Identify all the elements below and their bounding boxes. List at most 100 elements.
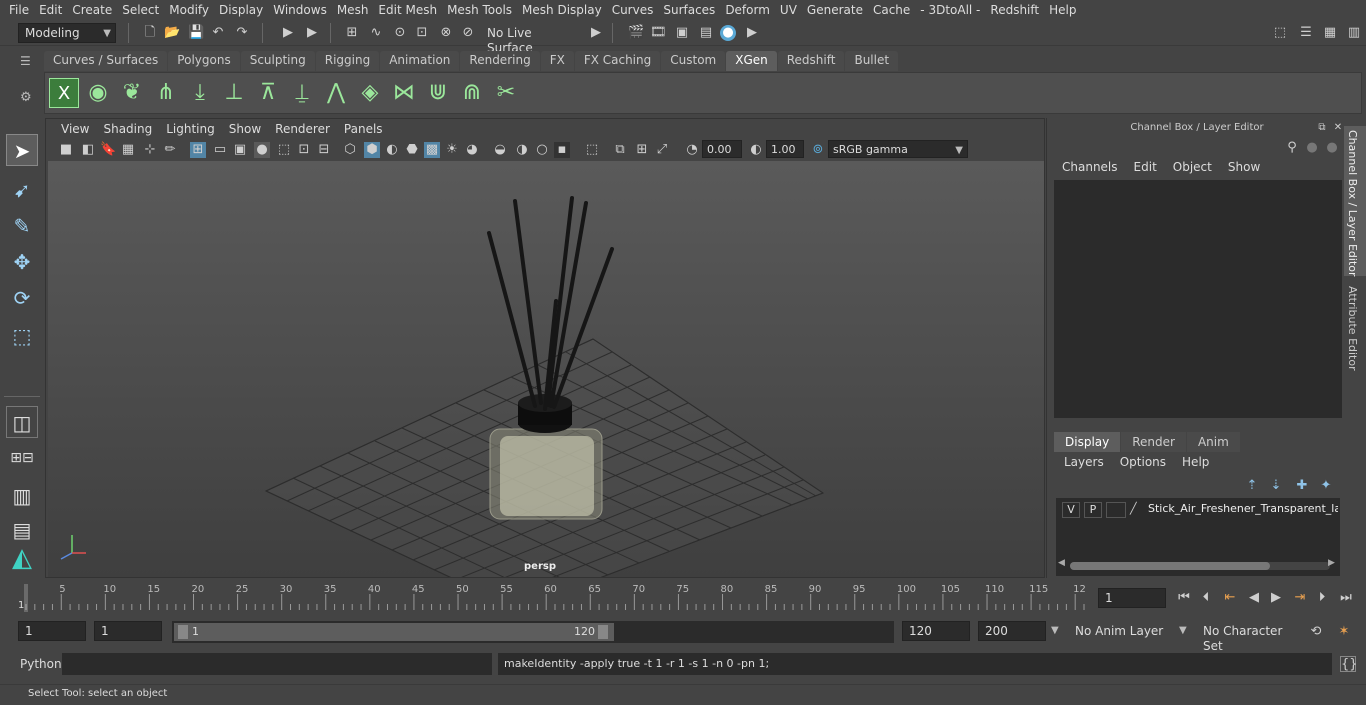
paint-select-icon[interactable]: ✎ [6, 210, 38, 242]
shelf-tab-fx-caching[interactable]: FX Caching [574, 51, 661, 71]
prev-key-icon[interactable]: ⇤ [1222, 590, 1238, 606]
float-panel-icon[interactable]: ⧉ [1314, 120, 1330, 136]
side-tab-channel-box[interactable]: Channel Box / Layer Editor [1344, 126, 1366, 277]
exposure-field[interactable]: 0.00 [702, 140, 742, 158]
scroll-right-icon[interactable]: ▶ [1328, 558, 1335, 568]
menu-curves[interactable]: Curves [607, 3, 659, 17]
time-slider[interactable]: 5 10 15 20 25 30 35 40 45 50 55 60 65 70 75 80 85 90 95 100… [18, 584, 1090, 612]
auto-key-icon[interactable]: ⟲ [1308, 624, 1324, 640]
character-set-selector[interactable]: ▼ No Character Set [1176, 621, 1300, 653]
xgen-guides-icon[interactable]: ⋀ [321, 78, 351, 108]
new-layer-selected-icon[interactable]: ✦ [1318, 478, 1334, 494]
live-surface-field[interactable]: No Live Surface [480, 23, 580, 55]
xgen-cut-icon[interactable]: ✂ [491, 78, 521, 108]
xgen-description-icon[interactable]: ❦ [117, 78, 147, 108]
viewport-menu-lighting[interactable]: Lighting [159, 122, 222, 136]
menu-redshift[interactable]: Redshift [985, 3, 1044, 17]
grid-toggle-icon[interactable]: ⊹ [142, 142, 158, 158]
shelf-tab-rigging[interactable]: Rigging [315, 51, 380, 71]
anim-prefs-icon[interactable]: ✶ [1336, 624, 1352, 640]
select-tool-icon[interactable]: ➤ [6, 134, 38, 166]
script-editor-icon[interactable]: {} [1340, 656, 1358, 672]
viewport-menu-shading[interactable]: Shading [96, 122, 159, 136]
isolate-icon[interactable]: ⬡ [342, 142, 358, 158]
command-language[interactable]: Python [20, 657, 62, 671]
current-frame-marker[interactable] [24, 584, 28, 612]
xray-joints-icon[interactable]: ◐ [384, 142, 400, 158]
image-plane-icon[interactable]: ▦ [120, 142, 136, 158]
shelf-tab-fx[interactable]: FX [540, 51, 574, 71]
undo-icon[interactable]: ↶ [210, 25, 226, 41]
shelf-tab-curves-surfaces[interactable]: Curves / Surfaces [44, 51, 168, 71]
menu-file[interactable]: File [4, 3, 34, 17]
shelf-tab-polygons[interactable]: Polygons [168, 51, 240, 71]
menu-surfaces[interactable]: Surfaces [658, 3, 720, 17]
aa-icon[interactable]: ◑ [514, 142, 530, 158]
play-back-icon[interactable]: ◀ [1246, 590, 1262, 606]
backface-icon[interactable]: ⬣ [404, 142, 420, 158]
layer-playback-toggle[interactable]: P [1084, 502, 1102, 518]
shelf-tab-rendering[interactable]: Rendering [460, 51, 540, 71]
xgen-place-icon[interactable]: ⤓ [185, 78, 215, 108]
playback-start-field[interactable]: 1 [94, 621, 162, 641]
toggle-sidebar-icon[interactable]: ▥ [1346, 25, 1362, 41]
range-slider-handle[interactable]: 1 120 [174, 623, 614, 641]
move-layer-down-icon[interactable]: ⇣ [1268, 478, 1284, 494]
menu-3dtoall[interactable]: - 3DtoAll - [915, 3, 985, 17]
menu-modify[interactable]: Modify [164, 3, 214, 17]
layer-menu-options[interactable]: Options [1112, 455, 1174, 469]
channel-box-pane[interactable] [1054, 180, 1342, 418]
menu-create[interactable]: Create [67, 3, 117, 17]
new-scene-icon[interactable]: 🗋 [142, 25, 158, 41]
save-scene-icon[interactable]: 💾 [188, 25, 204, 41]
menu-edit[interactable]: Edit [34, 3, 67, 17]
mode-selector[interactable]: Modeling ▼ [18, 23, 116, 43]
lights-icon[interactable]: ⊡ [296, 142, 312, 158]
range-right-grip[interactable] [598, 625, 608, 639]
snap-live-icon[interactable]: ⊘ [460, 25, 476, 41]
smooth-shade-icon[interactable]: ▭ [212, 142, 228, 158]
viewport-menu-show[interactable]: Show [222, 122, 268, 136]
shelf-settings-icon[interactable]: ⚙ [20, 90, 38, 106]
expand-arrow-icon[interactable]: ▶ [588, 25, 604, 41]
colorspace-selector[interactable]: sRGB gamma ▼ [828, 140, 968, 158]
viewport-menu-view[interactable]: View [54, 122, 96, 136]
ao-icon[interactable]: ◕ [464, 142, 480, 158]
snap-surface-icon[interactable]: ⊗ [438, 25, 454, 41]
shelf-tab-bullet[interactable]: Bullet [845, 51, 899, 71]
expand-arrow-icon[interactable]: ▶ [280, 25, 296, 41]
xgen-interp-icon[interactable]: ⋈ [389, 78, 419, 108]
menu-edit-mesh[interactable]: Edit Mesh [373, 3, 442, 17]
snap-grid-icon[interactable]: ⊞ [344, 25, 360, 41]
camera-icon[interactable]: ■ [58, 142, 74, 158]
anim-layer-selector[interactable]: ▼ No Anim Layer [1048, 621, 1172, 641]
layout-quad-icon[interactable]: ⊞⊟ [6, 442, 38, 474]
layer-visibility-toggle[interactable]: V [1062, 502, 1080, 518]
snap-view-icon[interactable]: ⊡ [414, 25, 430, 41]
xray-icon[interactable]: ⬢ [364, 142, 380, 158]
shelf-tab-animation[interactable]: Animation [380, 51, 460, 71]
fit-icon[interactable]: ⤢ [654, 142, 670, 158]
scene-start-field[interactable]: 1 [18, 621, 86, 641]
rotate-tool-icon[interactable]: ⟳ [6, 282, 38, 314]
viewport-menu-renderer[interactable]: Renderer [268, 122, 337, 136]
hide-circle-icon[interactable]: ● [1324, 140, 1340, 156]
shelf-tab-sculpting[interactable]: Sculpting [240, 51, 315, 71]
menu-uv[interactable]: UV [775, 3, 802, 17]
gamma-icon[interactable]: ◐ [748, 142, 764, 158]
color-management-icon[interactable]: ⊚ [810, 142, 826, 158]
snap-point-icon[interactable]: ⊙ [392, 25, 408, 41]
light-bulb-icon[interactable]: ☀ [444, 142, 460, 158]
menu-help[interactable]: Help [1044, 3, 1081, 17]
motion-blur-icon[interactable]: ◒ [492, 142, 508, 158]
channel-menu-show[interactable]: Show [1220, 160, 1268, 174]
shelf-tab-xgen[interactable]: XGen [726, 51, 777, 71]
xgen-curves-icon[interactable]: ⋒ [457, 78, 487, 108]
go-to-start-icon[interactable]: ⏮ [1176, 590, 1192, 606]
four-pane-icon[interactable]: ⊞ [634, 142, 650, 158]
layout-two-icon[interactable]: ▥ [6, 480, 38, 512]
side-tab-attribute-editor[interactable]: Attribute Editor [1344, 284, 1366, 380]
play-forward-icon[interactable]: ▶ [1268, 590, 1284, 606]
workspace-icon[interactable]: ⬚ [1272, 25, 1288, 41]
axis-tool-icon[interactable]: ⚲ [1284, 140, 1300, 156]
